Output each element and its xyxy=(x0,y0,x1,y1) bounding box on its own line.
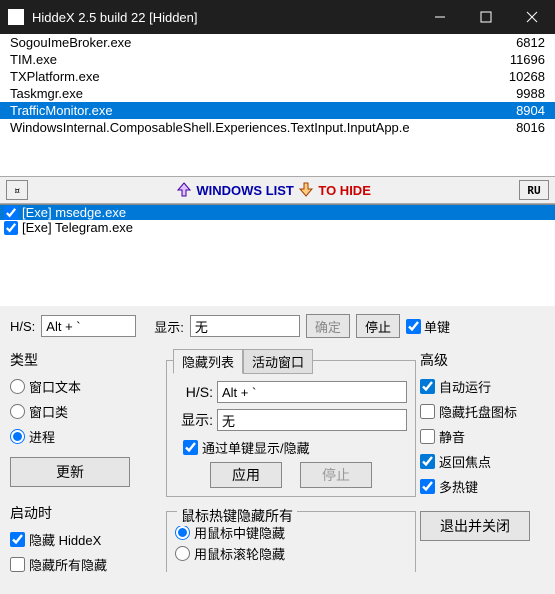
apply-button[interactable]: 应用 xyxy=(210,462,282,488)
process-row[interactable]: TXPlatform.exe 10268 xyxy=(0,68,555,85)
stop-button[interactable]: 停止 xyxy=(356,314,400,338)
hide-row-label: [Exe] msedge.exe xyxy=(22,205,126,220)
process-row[interactable]: SogouImeBroker.exe 6812 xyxy=(0,34,555,51)
startup-title: 启动时 xyxy=(10,503,162,523)
process-pid: 9988 xyxy=(516,86,545,101)
process-pid: 8904 xyxy=(516,103,545,118)
hs-input[interactable] xyxy=(41,315,136,337)
windows-list-label: WINDOWS LIST xyxy=(196,183,294,198)
multi-hotkey-checkbox[interactable]: 多热键 xyxy=(420,476,545,497)
collapse-button[interactable]: ¤ xyxy=(6,180,28,200)
type-window-text[interactable]: 窗口文本 xyxy=(10,376,162,397)
mute-checkbox[interactable]: 静音 xyxy=(420,426,545,447)
hide-all-checkbox[interactable]: 隐藏所有隐藏 xyxy=(10,554,162,575)
inner-show-input[interactable] xyxy=(217,409,407,431)
advanced-title: 高级 xyxy=(420,350,545,370)
hide-tray-checkbox[interactable]: 隐藏托盘图标 xyxy=(420,401,545,422)
autorun-checkbox[interactable]: 自动运行 xyxy=(420,376,545,397)
process-row[interactable]: TrafficMonitor.exe 8904 xyxy=(0,102,555,119)
process-pid: 11696 xyxy=(510,52,545,67)
hs-label: H/S: xyxy=(10,319,35,334)
list-divider-bar: ¤ WINDOWS LIST TO HIDE RU xyxy=(0,176,555,204)
hide-hiddex-checkbox[interactable]: 隐藏 HiddeX xyxy=(10,529,162,550)
type-title: 类型 xyxy=(10,350,162,370)
inner-hs-label: H/S: xyxy=(175,384,213,400)
type-process[interactable]: 进程 xyxy=(10,426,162,447)
window-title: HiddeX 2.5 build 22 [Hidden] xyxy=(32,10,417,25)
show-input[interactable] xyxy=(190,315,300,337)
inner-show-label: 显示: xyxy=(175,410,213,430)
process-name: WindowsInternal.ComposableShell.Experien… xyxy=(10,120,410,135)
process-pid: 10268 xyxy=(509,69,545,84)
show-label: 显示: xyxy=(154,317,184,336)
tab-hide-list[interactable]: 隐藏列表 xyxy=(173,349,243,374)
to-hide-label: TO HIDE xyxy=(318,183,371,198)
single-key-checkbox[interactable]: 单键 xyxy=(406,317,450,336)
process-name: TrafficMonitor.exe xyxy=(10,103,113,118)
language-button[interactable]: RU xyxy=(519,180,549,200)
arrow-up-icon xyxy=(176,181,192,200)
process-name: TIM.exe xyxy=(10,52,57,67)
return-focus-checkbox[interactable]: 返回焦点 xyxy=(420,451,545,472)
close-button[interactable] xyxy=(509,0,555,34)
process-row[interactable]: Taskmgr.exe 9988 xyxy=(0,85,555,102)
type-window-class[interactable]: 窗口类 xyxy=(10,401,162,422)
process-name: TXPlatform.exe xyxy=(10,69,100,84)
hide-row-checkbox[interactable] xyxy=(4,206,18,220)
app-icon xyxy=(8,9,24,25)
minimize-button[interactable] xyxy=(417,0,463,34)
process-row[interactable]: WindowsInternal.ComposableShell.Experien… xyxy=(0,119,555,136)
mouse-hotkey-fieldset: 鼠标热键隐藏所有 用鼠标中键隐藏 用鼠标滚轮隐藏 xyxy=(166,511,416,572)
hide-row[interactable]: [Exe] msedge.exe xyxy=(0,205,555,220)
process-row[interactable]: TIM.exe 11696 xyxy=(0,51,555,68)
hide-row-checkbox[interactable] xyxy=(4,221,18,235)
mouse-title: 鼠标热键隐藏所有 xyxy=(177,506,297,526)
confirm-button[interactable]: 确定 xyxy=(306,314,350,338)
process-name: SogouImeBroker.exe xyxy=(10,35,131,50)
hide-row[interactable]: [Exe] Telegram.exe xyxy=(0,220,555,235)
title-bar: HiddeX 2.5 build 22 [Hidden] xyxy=(0,0,555,34)
hide-list[interactable]: [Exe] msedge.exe[Exe] Telegram.exe xyxy=(0,204,555,306)
hide-list-fieldset: 隐藏列表 活动窗口 H/S: 显示: 通过单键显示/隐藏 应用 停止 xyxy=(166,360,416,497)
exit-button[interactable]: 退出并关闭 xyxy=(420,511,530,541)
process-list[interactable]: SogouImeBroker.exe6812TIM.exe11696TXPlat… xyxy=(0,34,555,176)
settings-panel: H/S: 显示: 确定 停止 单键 类型 窗口文本 窗口类 进程 更新 启动时 … xyxy=(0,306,555,575)
process-pid: 6812 xyxy=(516,35,545,50)
inner-stop-button[interactable]: 停止 xyxy=(300,462,372,488)
hide-row-label: [Exe] Telegram.exe xyxy=(22,220,133,235)
process-name: Taskmgr.exe xyxy=(10,86,83,101)
update-button[interactable]: 更新 xyxy=(10,457,130,487)
by-single-key-checkbox[interactable]: 通过单键显示/隐藏 xyxy=(183,437,407,458)
process-pid: 8016 xyxy=(516,120,545,135)
mouse-wheel-radio[interactable]: 用鼠标滚轮隐藏 xyxy=(175,543,407,564)
arrow-down-icon xyxy=(298,181,314,200)
inner-hs-input[interactable] xyxy=(217,381,407,403)
tab-active-window[interactable]: 活动窗口 xyxy=(243,349,313,374)
maximize-button[interactable] xyxy=(463,0,509,34)
